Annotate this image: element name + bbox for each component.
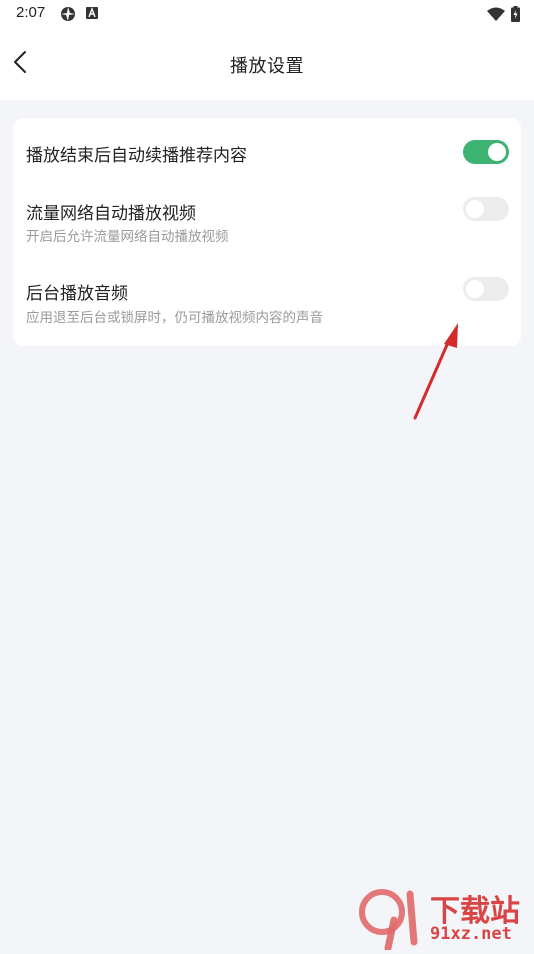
battery-charging-icon xyxy=(511,6,520,22)
setting-description: 应用退至后台或锁屏时，仍可播放视频内容的声音 xyxy=(26,310,323,326)
setting-row-cellular-autoplay: 流量网络自动播放视频 开启后允许流量网络自动播放视频 xyxy=(13,188,521,268)
wifi-icon xyxy=(487,7,505,21)
background-audio-toggle[interactable] xyxy=(463,277,509,301)
aperture-icon xyxy=(61,7,75,21)
watermark: 下载站 91xz.net xyxy=(358,880,534,952)
toggle-knob xyxy=(466,200,484,218)
status-time: 2:07 xyxy=(16,4,46,21)
page-title: 播放设置 xyxy=(230,56,304,77)
autoplay-next-toggle[interactable] xyxy=(463,140,509,164)
setting-title: 后台播放音频 xyxy=(26,284,128,304)
cellular-autoplay-toggle[interactable] xyxy=(463,197,509,221)
red-arrow-icon xyxy=(413,323,458,420)
font-a-icon xyxy=(86,7,98,19)
settings-card: 播放结束后自动续播推荐内容 流量网络自动播放视频 开启后允许流量网络自动播放视频… xyxy=(13,118,521,346)
watermark-domain: 91xz.net xyxy=(430,924,512,944)
setting-description: 开启后允许流量网络自动播放视频 xyxy=(26,229,229,245)
status-right-icons xyxy=(487,6,520,22)
setting-row-autoplay-next: 播放结束后自动续播推荐内容 xyxy=(13,118,521,188)
toggle-knob xyxy=(488,143,506,161)
app-bar: 播放设置 xyxy=(0,30,534,100)
status-bar: 2:07 xyxy=(0,0,534,30)
toggle-knob xyxy=(466,280,484,298)
setting-title: 播放结束后自动续播推荐内容 xyxy=(26,146,247,166)
setting-title: 流量网络自动播放视频 xyxy=(26,204,196,224)
